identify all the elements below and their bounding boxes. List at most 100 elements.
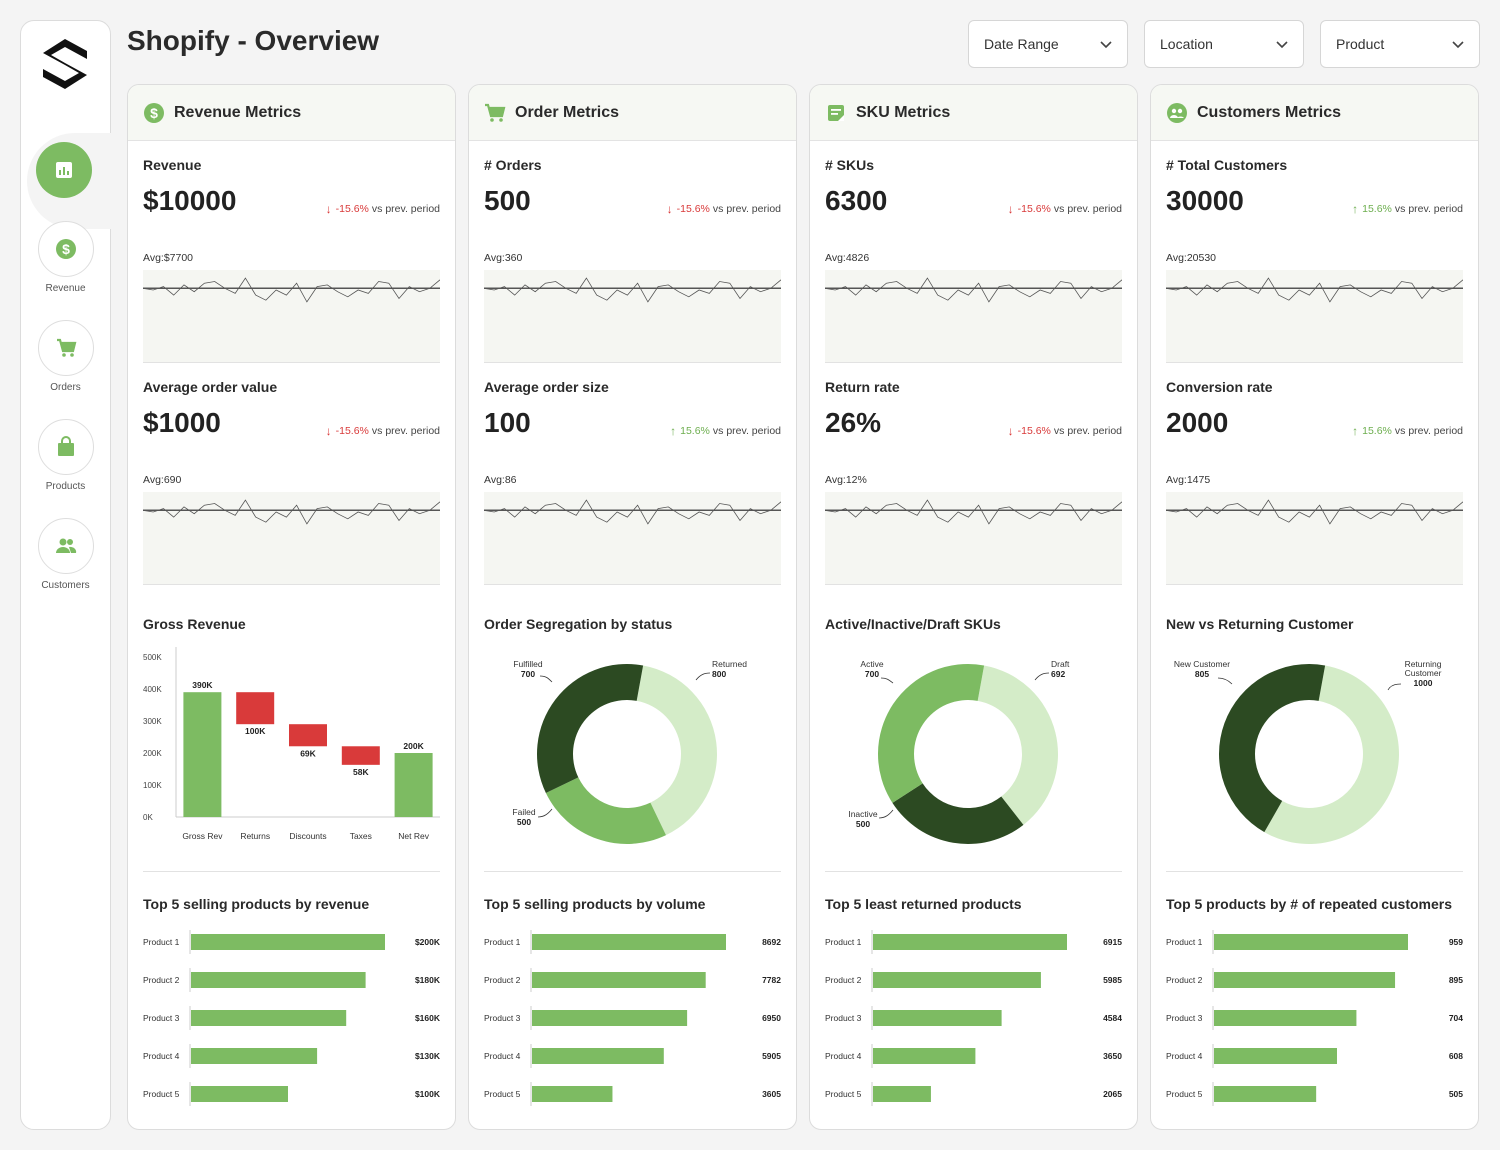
sparkline-chart [825, 499, 1122, 525]
change-suffix: vs prev. period [1394, 203, 1463, 215]
donut-slice-value: 805 [1195, 669, 1209, 679]
location-dropdown[interactable]: Location [1144, 20, 1304, 68]
donut-label: Active700 [860, 659, 894, 684]
waterfall-bar-gross-rev [183, 692, 222, 817]
change-suffix: vs prev. period [371, 425, 440, 437]
leader-line [537, 808, 553, 818]
y-tick-label: 0K [143, 813, 153, 822]
bar-value-label: 390K [192, 680, 213, 690]
sparkline-chart [143, 499, 440, 525]
change-percent: 15.6% [1362, 203, 1392, 215]
dollar-icon: $ [55, 239, 76, 259]
bar-product-3 [1214, 1010, 1357, 1026]
bar-value-label: 5985 [1103, 975, 1122, 985]
bar-product-5 [532, 1086, 613, 1102]
x-category-label: Taxes [350, 831, 372, 841]
bar-value-label: 58K [353, 767, 369, 777]
nav-item-dashboard[interactable] [36, 142, 92, 198]
bar-product-4 [532, 1048, 664, 1064]
bar-value-label: 895 [1449, 975, 1463, 985]
metric-change: ↓ -15.6% vs prev. period [326, 424, 440, 438]
donut-slice-name: Failed [512, 807, 535, 817]
bar-category-label: Product 1 [143, 937, 180, 947]
average-label: Avg:$7700 [143, 252, 194, 264]
bar-value-label: 959 [1449, 937, 1463, 947]
average-label: Avg:690 [143, 474, 182, 486]
bar-product-4 [1214, 1048, 1337, 1064]
dropdown-label: Location [1160, 36, 1213, 52]
donut-label: Draft692 [1034, 659, 1070, 681]
metric-card: # SKUs 6300 ↓ -15.6% vs prev. period Avg:4826 [825, 157, 1122, 367]
nav-label-revenue: Revenue [45, 283, 86, 294]
donut-slice-value: 500 [517, 817, 531, 827]
x-category-label: Gross Rev [182, 831, 223, 841]
customers-metrics-panel: Customers Metrics # Total Customers 30000 ↑… [1150, 84, 1479, 1130]
bar-category-label: Product 4 [484, 1051, 521, 1061]
metric-card: Average order size 100 ↑ 15.6% vs prev. peri… [484, 379, 781, 589]
chevron-down-icon [1452, 41, 1464, 49]
chart-title: Gross Revenue [143, 616, 246, 632]
bar-category-label: Product 3 [484, 1013, 521, 1023]
nav-item-revenue[interactable]: $ Revenue [21, 221, 110, 294]
change-percent: 15.6% [1362, 425, 1392, 437]
metric-label: # Total Customers [1166, 157, 1288, 173]
donut-label: Failed500 [512, 807, 553, 827]
bar-value-label: 7782 [762, 975, 781, 985]
panel-title: Order Metrics [515, 103, 620, 121]
metric-value: 2000 [1166, 407, 1229, 438]
date-range-dropdown[interactable]: Date Range [968, 20, 1128, 68]
arrow-down-icon: ↓ [325, 424, 332, 438]
sparkline-chart [484, 277, 781, 303]
metric-change: ↓ -15.6% vs prev. period [326, 202, 440, 216]
donut-slice-name: Customer [1405, 668, 1442, 678]
bar-chart-box: Product 1 959 Product 2 895 Product 3 704 Prod… [1166, 926, 1463, 1111]
sparkline-container: Avg:360 [484, 252, 781, 362]
waterfall-bar-returns [236, 692, 275, 725]
leader-line [1387, 683, 1402, 691]
gross-revenue-waterfall-chart: 0K 100K 200K 300K 400K 500K 390K Gross Rev 100K R… [143, 647, 440, 841]
chart-title: Top 5 least returned products [825, 896, 1022, 912]
metric-change: ↓ -15.6% vs prev. period [1008, 424, 1122, 438]
horizontal-bar-chart: Product 1 959 Product 2 895 Product 3 704 Prod… [1166, 930, 1463, 1106]
product-dropdown[interactable]: Product [1320, 20, 1480, 68]
bar-product-2 [191, 972, 366, 988]
bar-value-label: $160K [415, 1013, 440, 1023]
metric-value: 100 [484, 407, 531, 438]
metric-value: $1000 [143, 407, 221, 438]
nav-item-products[interactable]: Products [21, 419, 110, 492]
bar-chart-box: Product 1 6915 Product 2 5985 Product 3 4584 P… [825, 926, 1122, 1111]
donut-label: New Customer805 [1174, 659, 1233, 685]
cart-icon [485, 103, 506, 122]
bar-value-label: 6950 [762, 1013, 781, 1023]
sparkline [143, 277, 440, 303]
change-suffix: vs prev. period [1394, 425, 1463, 437]
metric-card: Revenue $10000 ↓ -15.6% vs prev. period Avg:$… [143, 157, 440, 367]
bar-chart-box: Product 1 $200K Product 2 $180K Product 3 $16… [143, 926, 441, 1111]
bar-category-label: Product 4 [143, 1051, 180, 1061]
nav-item-orders[interactable]: Orders [21, 320, 110, 393]
donut-slice-value: 800 [712, 669, 726, 679]
bar-product-3 [873, 1010, 1002, 1026]
section-divider [143, 871, 440, 872]
bar-category-label: Product 2 [1166, 975, 1203, 985]
top-products-section: Top 5 selling products by revenue Product… [143, 896, 441, 1116]
average-label: Avg:4826 [825, 252, 870, 264]
y-tick-label: 200K [143, 749, 162, 758]
bar-chart-icon [56, 162, 72, 178]
bar-value-label: 69K [300, 748, 316, 758]
top-products-section: Top 5 least returned products Product 1 69… [825, 896, 1122, 1116]
sparkline [825, 499, 1122, 525]
shopify-s-logo[interactable] [39, 37, 91, 91]
sparkline-container: Avg:86 [484, 474, 781, 584]
metric-change: ↑ 15.6% vs prev. period [670, 424, 781, 438]
donut-slice-name: Inactive [848, 809, 878, 819]
sparkline [1166, 277, 1463, 303]
bar-category-label: Product 3 [143, 1013, 180, 1023]
donut-slice-active [878, 664, 985, 803]
chevron-down-icon [1100, 41, 1112, 49]
waterfall-bar-discounts [289, 724, 327, 747]
nav-item-customers[interactable]: Customers [21, 518, 110, 591]
bar-value-label: 100K [245, 726, 266, 736]
y-tick-label: 500K [143, 653, 162, 662]
average-label: Avg:20530 [1166, 252, 1217, 264]
